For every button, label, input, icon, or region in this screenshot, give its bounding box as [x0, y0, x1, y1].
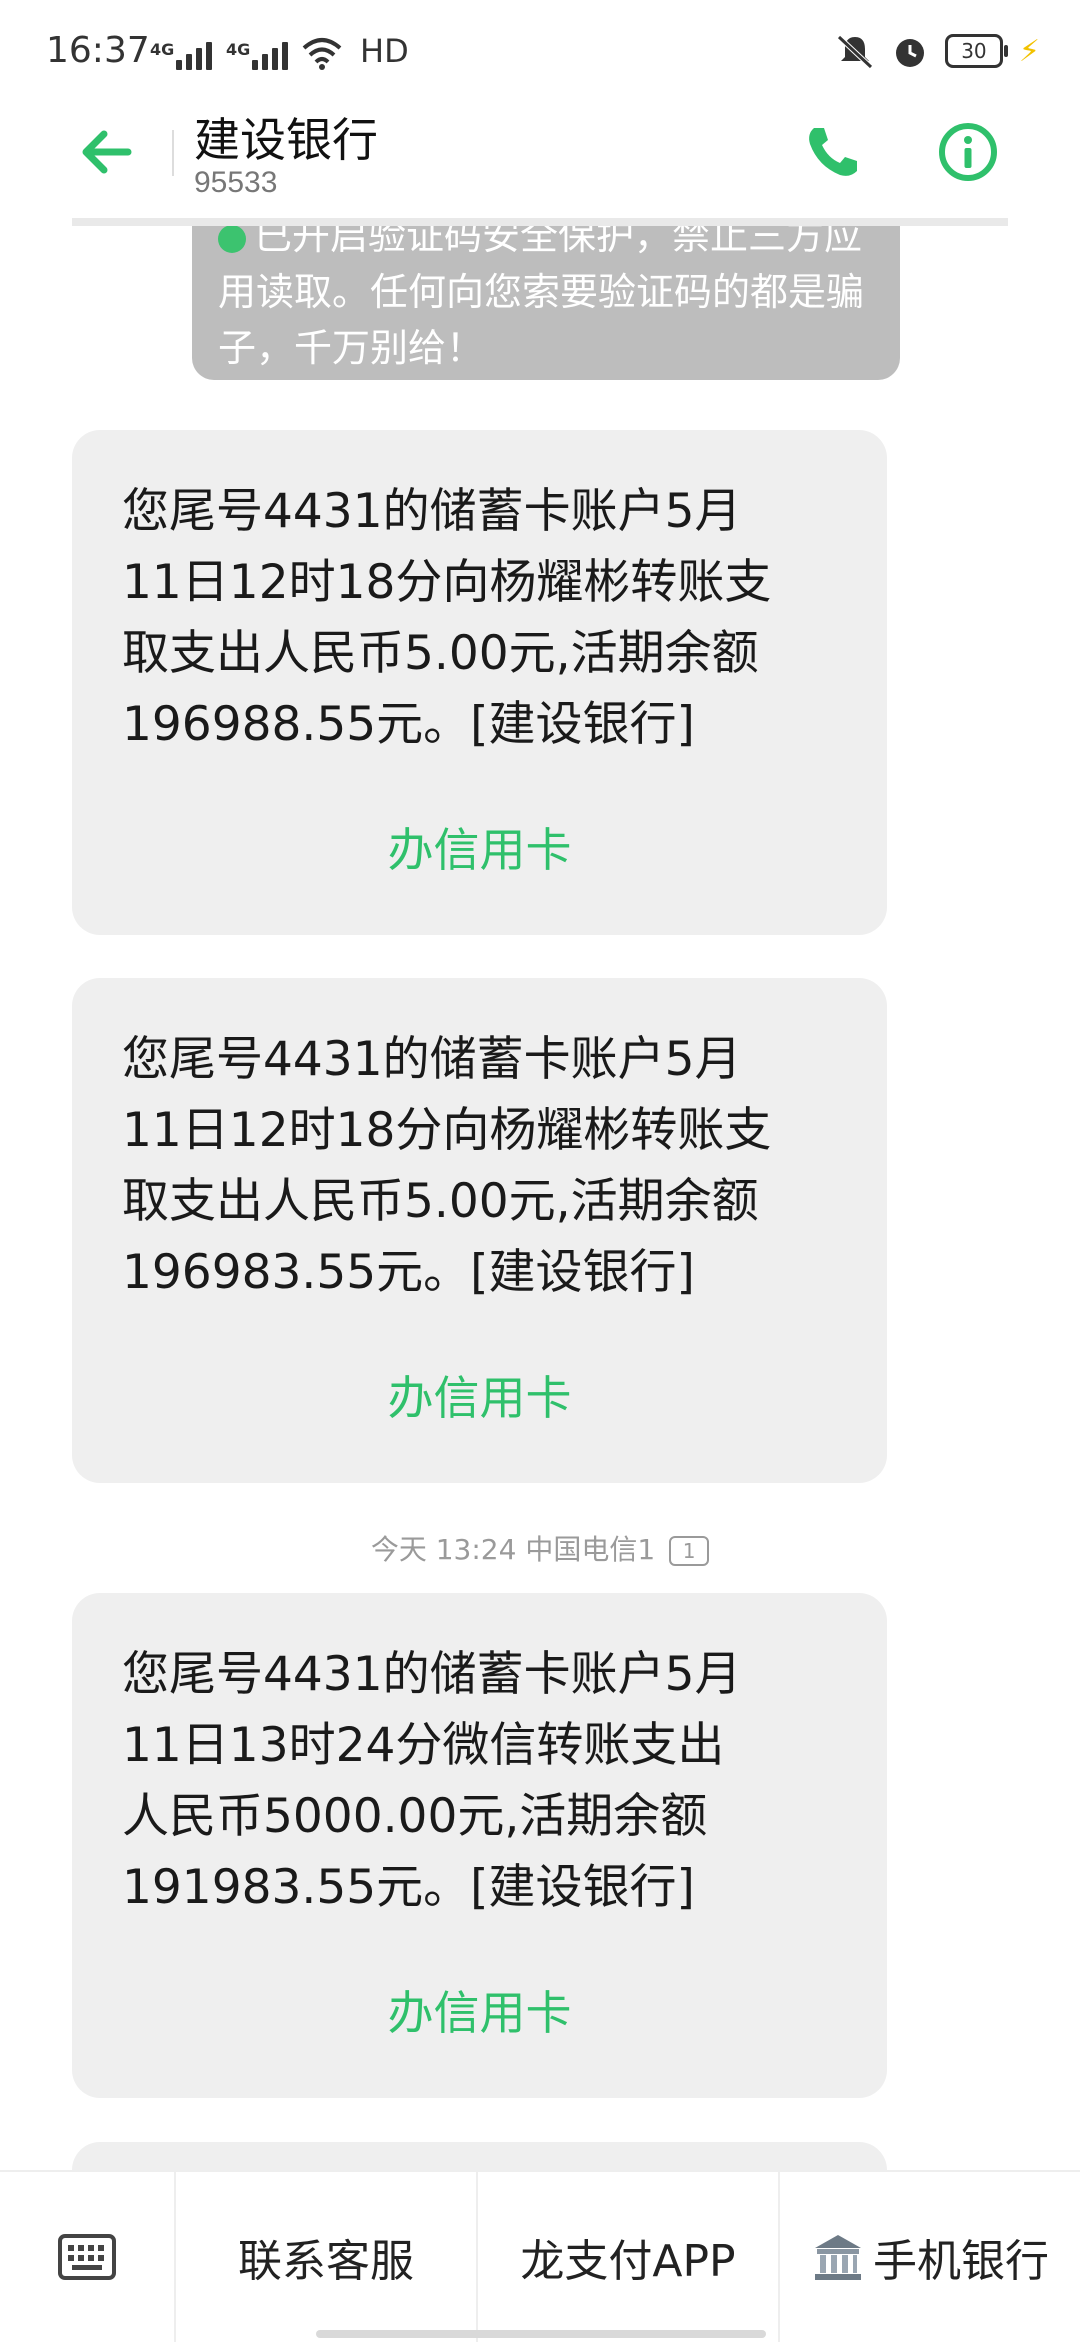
message-text: 您尾号4431的储蓄卡账户5月 11日12时18分向杨耀彬转账支 取支出人民币5…	[122, 484, 772, 752]
bottom-menu-bar: 联系客服 龙支付APP 手机银行	[0, 2170, 1080, 2342]
conversation-header: 建设银行 95533	[0, 100, 1080, 218]
contact-service-button[interactable]: 联系客服	[176, 2172, 476, 2342]
message-bubble[interactable]: 您尾号4431的储蓄卡账户5月 11日12时18分向杨耀彬转账支 取支出人民币5…	[72, 430, 887, 935]
status-bar: 16:37 4G 4G HD 30 ⚡	[0, 0, 1080, 100]
hd-indicator: HD	[360, 32, 409, 70]
pay-app-label: 龙支付APP	[520, 2236, 736, 2287]
system-message-bubble[interactable]: 已开启验证码安全保护，禁止三方应用读取。任何向您索要验证码的都是骗子，千万别给！	[192, 226, 900, 380]
pay-app-button[interactable]: 龙支付APP	[478, 2172, 778, 2342]
battery-level: 30	[961, 39, 987, 63]
keyboard-button[interactable]	[0, 2172, 174, 2342]
signal-4g-label: 4G	[150, 40, 175, 59]
credit-card-link[interactable]: 办信用卡	[72, 814, 887, 880]
message-timestamp: 今天 13:24 中国电信1 1	[0, 1528, 1080, 1568]
keyboard-icon	[58, 2234, 116, 2280]
message-list[interactable]: 已开启验证码安全保护，禁止三方应用读取。任何向您索要验证码的都是骗子，千万别给！…	[0, 226, 1080, 2170]
back-arrow-icon[interactable]	[76, 122, 136, 182]
alarm-icon	[895, 39, 924, 67]
mobile-bank-label: 手机银行	[873, 2236, 1049, 2287]
header-separator	[72, 218, 1008, 226]
sim-badge: 1	[669, 1536, 710, 1566]
message-bubble[interactable]: 您尾号4431的储蓄卡账户5月 11日12时18分向杨耀彬转账支 取支出人民币5…	[72, 978, 887, 1483]
status-right-icons: 30 ⚡	[835, 32, 1040, 70]
phone-icon[interactable]	[800, 120, 864, 184]
message-bubble[interactable]: 您尾号4431的储蓄卡账户5月 11日13时24分微信转账支出 人民币5000.…	[72, 1593, 887, 2098]
signal-icon: 4G	[150, 40, 212, 70]
message-text: 您尾号4431的储蓄卡账户5月 11日12时18分向杨耀彬转账支 取支出人民币5…	[122, 1032, 772, 1300]
home-indicator[interactable]	[316, 2330, 766, 2338]
message-bubble-partial[interactable]	[72, 2142, 887, 2170]
credit-card-link[interactable]: 办信用卡	[72, 1977, 887, 2043]
credit-card-link[interactable]: 办信用卡	[72, 1362, 887, 1428]
charging-icon: ⚡	[1018, 33, 1040, 69]
wifi-icon	[302, 38, 342, 70]
status-left-icons: 4G 4G HD	[150, 32, 409, 70]
timestamp-text: 今天 13:24 中国电信1	[370, 1533, 656, 1566]
contact-service-label: 联系客服	[238, 2236, 414, 2287]
message-text: 您尾号4431的储蓄卡账户5月 11日13时24分微信转账支出 人民币5000.…	[122, 1647, 742, 1915]
mute-icon	[837, 35, 873, 69]
contact-number: 95533	[194, 166, 278, 199]
shield-check-icon	[218, 226, 246, 253]
info-icon[interactable]	[936, 120, 1000, 184]
mobile-bank-button[interactable]: 手机银行	[780, 2172, 1080, 2342]
system-message-text: 已开启验证码安全保护，禁止三方应用读取。任何向您索要验证码的都是骗子，千万别给！	[218, 226, 865, 370]
status-time: 16:37	[46, 30, 150, 71]
signal-4g-label-2: 4G	[226, 40, 251, 59]
bank-icon	[815, 2235, 861, 2280]
battery-icon: 30	[944, 34, 1008, 68]
header-divider	[172, 130, 174, 176]
signal-icon-2: 4G	[226, 40, 288, 70]
contact-name: 建设银行	[194, 113, 378, 167]
